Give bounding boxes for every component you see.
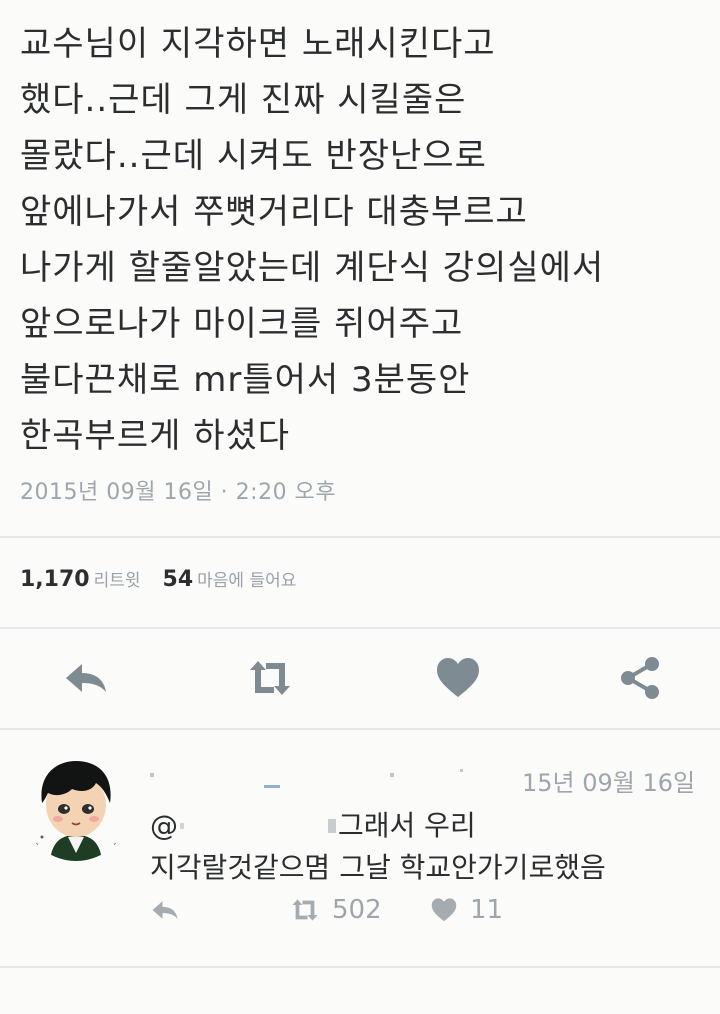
reply-retweet-count: 502 [332,895,382,925]
tweet-timestamp[interactable]: 2015년 09월 16일 · 2:20 오후 [20,474,336,506]
reply-reply-button[interactable] [150,895,192,925]
reply-actions: 502 11 [0,895,720,935]
retweet-icon [250,661,290,695]
like-count[interactable]: 54 [163,567,194,592]
like-label[interactable]: 마음에 들어요 [197,571,296,591]
reply-button[interactable] [62,654,110,702]
tweet-line: 앞으로나가 마이크를 쥐어주고 [20,304,464,344]
tweet-line: 교수님이 지각하면 노래시킨다고 [20,24,496,64]
redacted-username [150,769,463,788]
heart-icon [431,898,457,922]
heart-icon [437,658,479,697]
reply-line1-text: 그래서 우리 [338,809,476,842]
tweet-text: 교수님이 지각하면 노래시킨다고 했다..근데 그게 진짜 시킬줄은 몰랐다..… [20,16,710,464]
share-icon [621,657,659,699]
retweet-label[interactable]: 리트윗 [94,571,141,591]
redacted-mention [180,819,336,833]
divider [0,728,720,730]
tweet-stats: 1,170 리트윗 54 마음에 들어요 [20,566,296,592]
tweet-line: 몰랐다..근데 시켜도 반장난으로 [20,136,487,176]
reply-line: @ 그래서 우리 [150,805,710,847]
tweet-line: 한곡부르게 하셨다 [20,416,291,456]
avatar-cartoon-image [22,753,130,861]
divider [0,536,720,538]
reply-like-button[interactable]: 11 [430,895,503,925]
like-button[interactable] [434,654,482,702]
reply-tweet[interactable]: 15년 09월 16일 @ 그래서 우리 지각랄것같으몀 그날 학교안가기로했음 … [0,735,720,965]
tweet-line: 앞에나가서 쭈뼛거리다 대충부르고 [20,192,528,232]
reply-icon [152,901,178,919]
tweet-line: 나가게 할줄알았는데 계단식 강의실에서 [20,248,605,288]
tweet-line: 불다끈채로 mr틀어서 3분동안 [20,360,471,400]
reply-date: 15년 09월 16일 [522,769,696,797]
retweet-icon [292,899,318,921]
divider [0,627,720,629]
avatar[interactable] [22,753,130,861]
reply-icon [66,664,106,692]
retweet-button[interactable] [246,654,294,702]
reply-text: @ 그래서 우리 지각랄것같으몀 그날 학교안가기로했음 [150,805,710,889]
reply-line: 지각랄것같으몀 그날 학교안가기로했음 [150,851,606,884]
divider [0,966,720,968]
reply-retweet-button[interactable]: 502 [290,895,382,925]
share-button[interactable] [616,654,664,702]
retweet-count[interactable]: 1,170 [20,567,90,592]
tweet-line: 했다..근데 그게 진짜 시킬줄은 [20,80,467,120]
mention-prefix[interactable]: @ [150,809,178,842]
reply-like-count: 11 [470,895,504,925]
